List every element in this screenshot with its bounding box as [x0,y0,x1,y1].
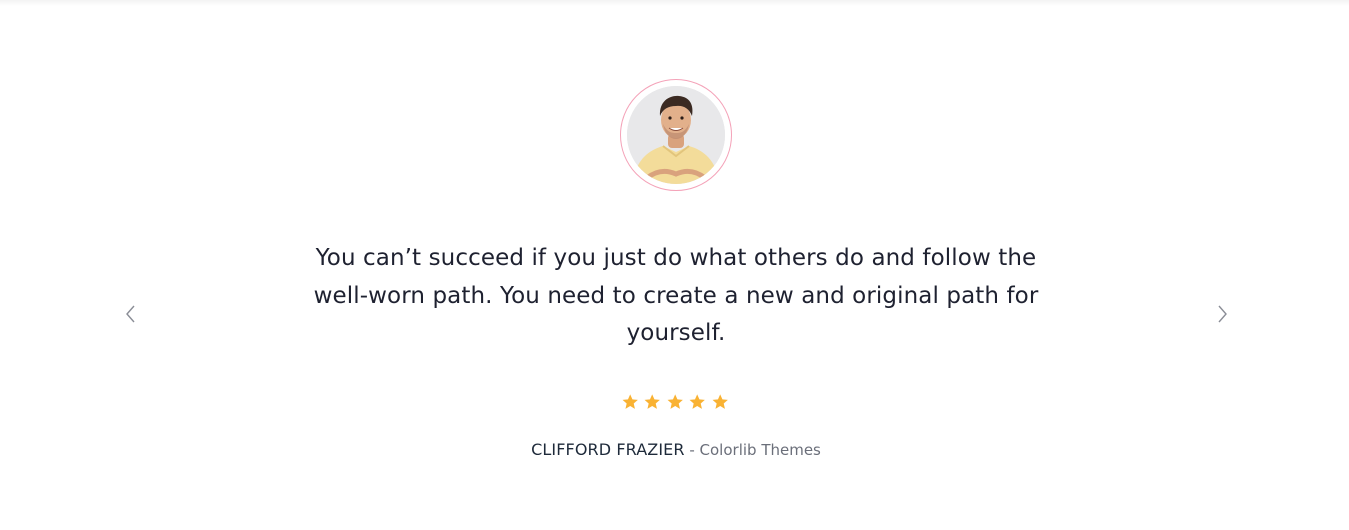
star-icon [622,394,638,409]
carousel-prev-button[interactable] [120,302,142,326]
testimonial-quote: You can’t succeed if you just do what ot… [313,245,1039,346]
star-icon [667,394,683,409]
chevron-right-icon [1218,305,1227,323]
person-photo [627,86,725,184]
author-company: Colorlib Themes [699,441,821,459]
chevron-left-icon [126,305,135,323]
author-name: CLIFFORD FRAZIER [531,440,685,459]
header-shadow [0,0,1349,6]
star-icon [689,394,706,409]
testimonial-section: You can’t succeed if you just do what ot… [0,0,1349,530]
carousel-next-button[interactable] [1212,302,1234,326]
avatar [627,86,725,184]
testimonial-author: CLIFFORD FRAZIER - Colorlib Themes [300,439,1052,461]
star-icon [644,394,661,409]
rating-stars [621,392,733,412]
star-icon [712,394,728,409]
author-separator: - [684,441,700,459]
